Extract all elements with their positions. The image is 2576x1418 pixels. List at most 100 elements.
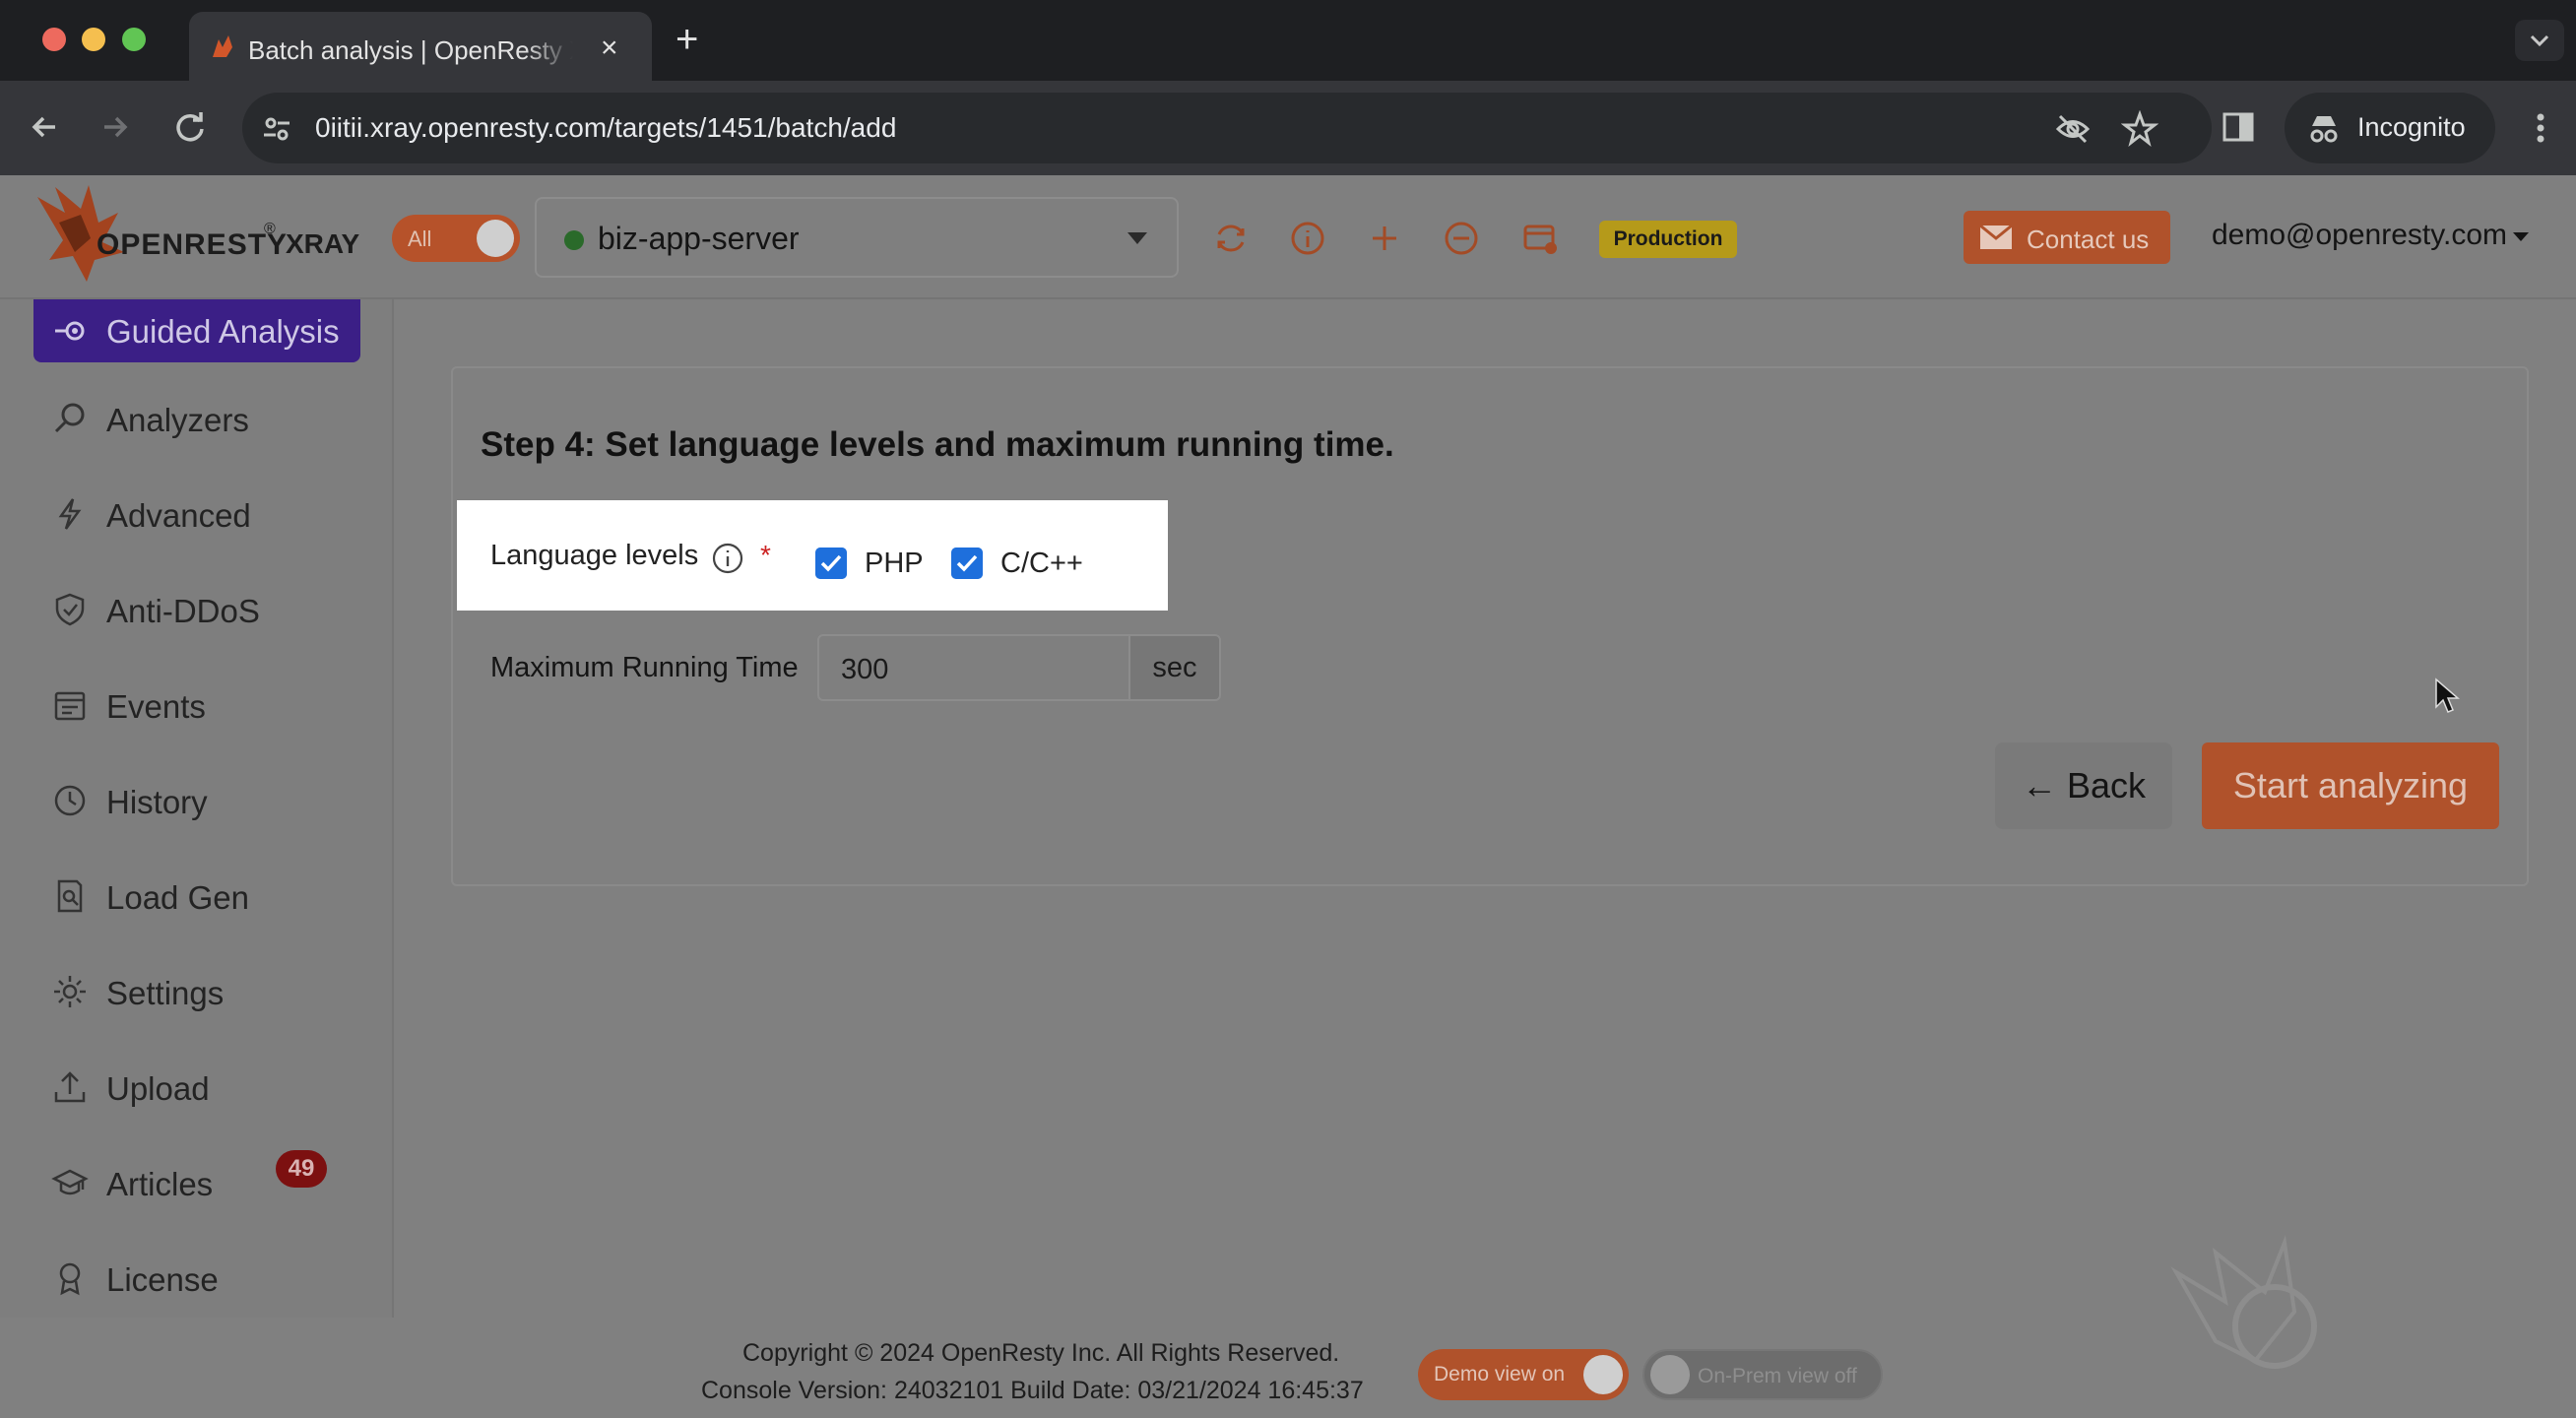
toggle-knob [477, 220, 514, 257]
browser-tab-bar: Batch analysis | OpenResty XRay × + [0, 0, 2576, 81]
toggle-knob [1583, 1355, 1623, 1394]
gear-icon [54, 976, 86, 1007]
target-select[interactable]: biz-app-server [535, 197, 1179, 278]
forward-arrow-icon[interactable] [95, 106, 136, 148]
language-levels-label: Language levels [490, 540, 699, 571]
sidebar-item-analyzers[interactable]: Analyzers [51, 394, 376, 443]
bookmark-star-icon[interactable] [2121, 110, 2158, 148]
back-button[interactable]: ← Back [1995, 742, 2172, 829]
incognito-icon [2310, 116, 2338, 143]
address-bar[interactable]: 0iitii.xray.openresty.com/targets/1451/b… [242, 93, 2212, 163]
calendar-icon [54, 691, 86, 721]
php-label[interactable]: PHP [865, 548, 924, 580]
logo-product: XRAY [286, 228, 360, 259]
all-targets-toggle[interactable]: All [392, 215, 520, 262]
demo-view-toggle[interactable]: Demo view on [1418, 1349, 1629, 1400]
sidebar: Guided Analysis Analyzers Advanced Anti-… [0, 299, 394, 1318]
reload-icon[interactable] [169, 106, 211, 148]
site-settings-icon[interactable] [260, 112, 293, 146]
graduation-cap-icon [51, 1169, 89, 1195]
sidebar-item-articles[interactable]: Articles 49 [51, 1150, 376, 1207]
sidebar-item-settings[interactable]: Settings [51, 967, 376, 1016]
sidebar-item-label: History [106, 784, 208, 820]
plus-icon[interactable] [1365, 219, 1404, 258]
chevron-down-icon [1127, 232, 1147, 244]
chevron-down-icon [2530, 34, 2549, 47]
window-close-button[interactable] [42, 28, 66, 51]
onprem-view-label: On-Prem view off [1698, 1365, 1857, 1387]
console-version-text: Console Version: 24032101 Build Date: 03… [701, 1377, 1364, 1404]
minus-circle-icon[interactable] [1442, 219, 1481, 258]
max-running-time-input[interactable]: 300 [817, 634, 1130, 701]
back-arrow-icon[interactable] [24, 106, 65, 148]
sidebar-item-license[interactable]: License [51, 1254, 376, 1303]
demo-view-label: Demo view on [1434, 1363, 1566, 1386]
sidebar-item-events[interactable]: Events [51, 680, 376, 730]
cpp-checkbox[interactable] [951, 548, 983, 579]
document-search-icon [57, 879, 83, 913]
shield-icon [55, 593, 85, 626]
sidebar-item-label: Analyzers [106, 402, 249, 438]
side-panel-icon[interactable] [2220, 108, 2257, 146]
sidebar-item-label: License [106, 1261, 219, 1298]
mouse-cursor-icon [2435, 677, 2460, 713]
sidebar-item-load-gen[interactable]: Load Gen [51, 871, 376, 921]
url-text[interactable]: 0iitii.xray.openresty.com/targets/1451/b… [315, 112, 896, 144]
incognito-indicator[interactable]: Incognito [2285, 93, 2495, 163]
php-checkbox[interactable] [815, 548, 847, 579]
openresty-xray-logo[interactable]: OPENRESTY ® XRAY [30, 183, 364, 282]
onprem-view-toggle[interactable]: On-Prem view off [1642, 1349, 1883, 1400]
required-asterisk: * [760, 540, 771, 570]
sidebar-item-guided-analysis[interactable]: Guided Analysis [33, 299, 360, 362]
tab-title: Batch analysis | OpenResty XRay [248, 35, 573, 65]
articles-count-badge: 49 [276, 1150, 327, 1188]
language-levels-field: Language levels * PHP C/C++ [457, 500, 1168, 611]
logo-registered-mark: ® [264, 221, 276, 237]
contact-us-button[interactable]: Contact us [1964, 211, 2170, 264]
eye-slash-icon[interactable] [2054, 110, 2092, 148]
lightning-icon [58, 498, 82, 530]
guided-analysis-icon [55, 321, 85, 341]
window-minimize-button[interactable] [82, 28, 105, 51]
envelope-icon [1979, 225, 2013, 249]
sidebar-item-label: Articles [106, 1166, 214, 1202]
logo-brand: OPENRESTY [97, 228, 289, 261]
tab-search-button[interactable] [2515, 20, 2564, 61]
target-name: biz-app-server [598, 221, 800, 256]
openresty-favicon-icon [213, 35, 232, 57]
user-menu[interactable]: demo@openresty.com [2212, 219, 2530, 252]
info-icon[interactable] [711, 542, 744, 575]
cpp-label[interactable]: C/C++ [1000, 548, 1083, 580]
max-running-time-unit: sec [1128, 634, 1221, 701]
max-running-time-label: Maximum Running Time [490, 652, 799, 683]
sidebar-item-advanced[interactable]: Advanced [51, 489, 376, 539]
sidebar-item-anti-ddos[interactable]: Anti-DDoS [51, 585, 376, 634]
sidebar-item-label: Load Gen [106, 879, 249, 916]
user-email: demo@openresty.com [2212, 219, 2508, 251]
award-icon [59, 1262, 81, 1296]
copyright-text: Copyright © 2024 OpenResty Inc. All Righ… [742, 1339, 1340, 1367]
sidebar-item-label: Anti-DDoS [106, 593, 260, 629]
sidebar-item-label: Advanced [106, 497, 251, 534]
step-title: Step 4: Set language levels and maximum … [481, 425, 1394, 464]
start-analyzing-button[interactable]: Start analyzing [2202, 742, 2499, 829]
clock-icon [54, 785, 86, 816]
window-maximize-button[interactable] [122, 28, 146, 51]
sidebar-item-label: Guided Analysis [106, 313, 340, 350]
refresh-icon[interactable] [1211, 219, 1251, 258]
sidebar-item-label: Settings [106, 975, 225, 1011]
info-icon[interactable] [1288, 219, 1327, 258]
sidebar-item-label: Upload [106, 1070, 210, 1107]
incognito-label: Incognito [2357, 112, 2466, 142]
target-settings-icon[interactable] [1520, 219, 1560, 258]
browser-tab-active[interactable]: Batch analysis | OpenResty XRay × [189, 12, 652, 81]
sidebar-item-upload[interactable]: Upload [51, 1063, 376, 1112]
max-running-time-value: 300 [841, 654, 889, 685]
tab-close-icon[interactable]: × [601, 33, 618, 63]
new-tab-button[interactable]: + [676, 18, 698, 61]
sidebar-item-history[interactable]: History [51, 776, 376, 825]
environment-badge: Production [1599, 221, 1737, 258]
upload-icon [54, 1071, 86, 1103]
sidebar-item-label: Events [106, 688, 206, 725]
browser-menu-icon[interactable] [2521, 108, 2560, 148]
